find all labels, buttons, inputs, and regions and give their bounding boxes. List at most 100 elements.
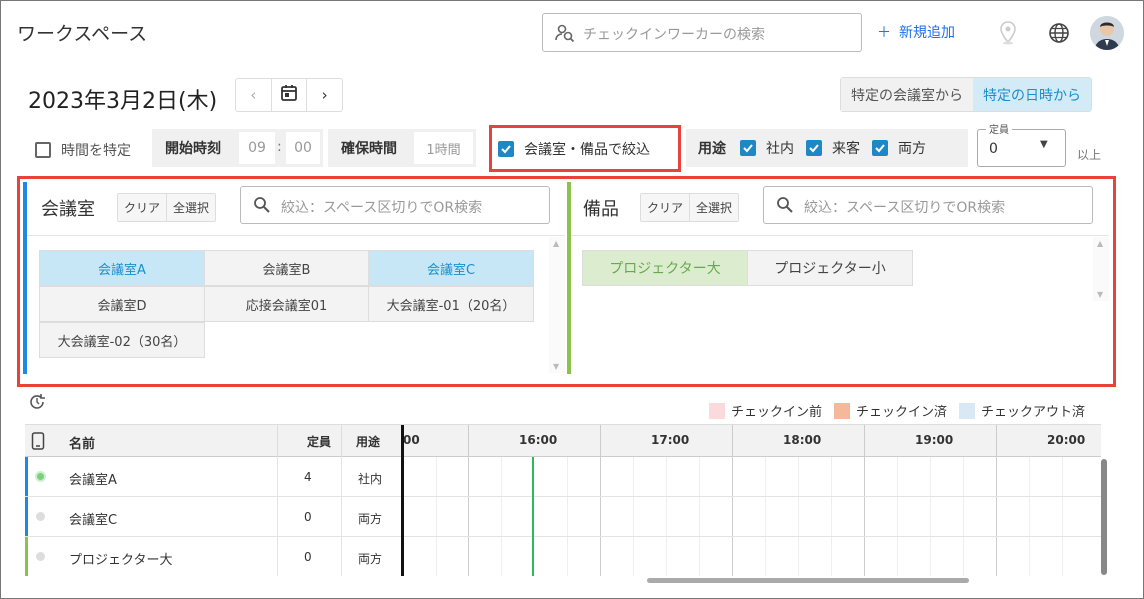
globe-icon[interactable] [1048,22,1070,48]
calendar-button[interactable] [272,79,308,111]
time-label: 18:00 [783,433,822,447]
current-date: 2023年3月2日(木) [28,89,218,114]
room-chip[interactable]: 会議室D [39,286,205,322]
time-label: 16:00 [519,433,558,447]
duration-input[interactable]: 1時間 [414,132,473,164]
user-avatar[interactable] [1090,16,1124,50]
search-icon [776,196,794,218]
refresh-icon[interactable] [27,392,47,416]
user-search-icon [555,23,575,47]
legend-checked-out: チェックアウト済 [959,401,1085,420]
equipment-accent-bar [567,182,571,374]
timeline-frozen-divider [401,425,404,576]
hour-line [864,457,865,576]
room-chip[interactable]: 応接会議室01 [204,286,369,322]
quarter-line [633,457,634,576]
duration-group: 確保時間 1時間 [328,129,476,167]
row-name[interactable]: プロジェクター大 [69,549,172,568]
time-label: 17:00 [651,433,690,447]
narrow-by-room-label: 会議室・備品で絞込 [524,142,650,158]
new-add-button[interactable]: ＋ 新規追加 [877,22,955,42]
equipment-filter-input[interactable]: 絞込：スペース区切りでOR検索 [763,186,1093,224]
time-colon: : [277,139,282,155]
row-usage: 両方 [358,552,383,566]
rooms-filter-input[interactable]: 絞込：スペース区切りでOR検索 [240,186,550,224]
col-divider [277,425,278,457]
legend-checked-in-label: チェックイン済 [856,405,948,420]
chevron-left-icon: ‹ [250,86,257,104]
hour-divider [864,425,865,457]
quarter-line [897,457,898,576]
checkmark-icon [498,141,514,157]
quarter-line [930,457,931,576]
room-chip[interactable]: 大会議室-02（30名） [39,322,205,358]
hour-line [468,457,469,576]
search-placeholder: チェックインワーカーの検索 [583,27,765,43]
duration-label: 確保時間 [341,141,397,157]
horizontal-scrollbar[interactable] [647,578,969,583]
quarter-line [666,457,667,576]
scroll-down-icon[interactable]: ▼ [553,362,559,371]
capacity-label: 定員 [986,121,1012,136]
next-day-button[interactable]: › [307,79,342,111]
quarter-line [963,457,964,576]
row-capacity: 4 [304,470,312,484]
rooms-accent-bar [23,182,27,374]
equipment-chip[interactable]: プロジェクター大 [582,250,748,286]
usage-guest-checkbox[interactable]: 来客 [806,138,860,158]
row-usage: 両方 [358,512,383,526]
equipment-scrollbar[interactable]: ▲ ▼ [1093,237,1109,301]
col-divider [341,425,342,457]
status-legend: チェックイン前 チェックイン済 チェックアウト済 [709,401,1085,420]
room-chip[interactable]: 会議室B [204,250,369,286]
mode-from-datetime-button[interactable]: 特定の日時から [973,78,1091,111]
narrow-by-room-checkbox[interactable]: 会議室・備品で絞込 [498,139,650,159]
page-title: ワークスペース [17,23,148,45]
scroll-down-icon[interactable]: ▼ [1097,290,1103,299]
equipment-chip[interactable]: プロジェクター小 [747,250,913,286]
new-add-label: 新規追加 [899,25,955,41]
start-hour-input[interactable]: 09 [239,132,275,164]
prev-day-button[interactable]: ‹ [236,79,272,111]
status-dot-idle [36,512,45,521]
worker-search-input[interactable]: チェックインワーカーの検索 [542,13,862,52]
equipment-select-all-button[interactable]: 全選択 [690,194,739,221]
rooms-clear-button[interactable]: クリア [118,194,168,221]
scroll-up-icon[interactable]: ▲ [1097,239,1103,248]
room-chip[interactable]: 大会議室-01（20名） [368,286,534,322]
time-label: 19:00 [915,433,954,447]
quarter-line [699,457,700,576]
row-name[interactable]: 会議室C [69,509,117,528]
quarter-line [831,457,832,576]
col-capacity-header: 定員 [307,435,332,449]
time-specify-checkbox[interactable]: 時間を特定 [35,140,131,160]
time-label: 00 [403,433,420,447]
legend-before-label: チェックイン前 [731,405,823,420]
equipment-clear-button[interactable]: クリア [641,194,691,221]
device-icon [31,432,45,454]
capacity-value: 0 [989,141,998,157]
search-icon [253,196,271,218]
usage-internal-checkbox[interactable]: 社内 [740,138,794,158]
scroll-up-icon[interactable]: ▲ [553,239,559,248]
checkbox-empty-icon [35,142,51,158]
rooms-scrollbar[interactable]: ▲ ▼ [549,237,565,373]
usage-both-label: 両方 [898,141,926,157]
start-minute-input[interactable]: 00 [286,132,320,164]
usage-both-checkbox[interactable]: 両方 [872,138,926,158]
rooms-select-all-button[interactable]: 全選択 [167,194,216,221]
start-time-group: 開始時刻 09 : 00 [152,129,323,167]
mode-from-room-button[interactable]: 特定の会議室から [841,78,973,111]
time-specify-label: 時間を特定 [61,143,131,159]
col-usage-header: 用途 [356,435,381,449]
legend-swatch [959,402,976,419]
vertical-scrollbar[interactable] [1101,459,1107,575]
location-pin-icon[interactable] [999,21,1017,49]
equipment-divider [571,235,1109,236]
capacity-select[interactable]: 定員 0 ▼ [977,121,1066,167]
col-divider [277,457,278,576]
room-chip[interactable]: 会議室C [368,250,534,286]
room-chip[interactable]: 会議室A [39,250,205,286]
row-name[interactable]: 会議室A [69,469,117,488]
legend-swatch [834,402,851,419]
